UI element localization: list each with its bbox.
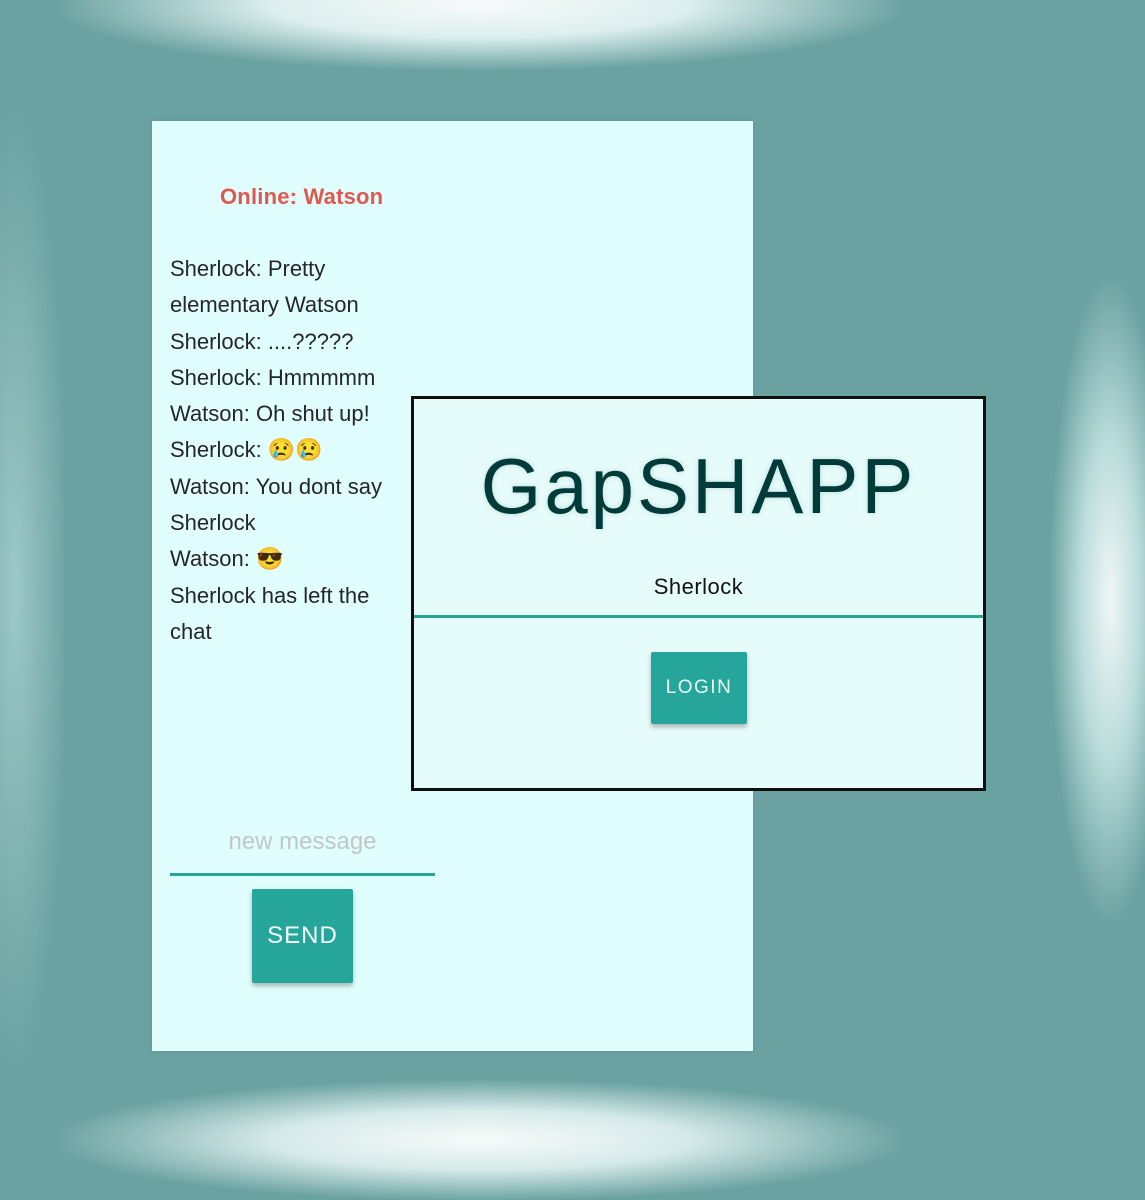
login-button[interactable]: LOGIN — [651, 652, 747, 724]
message-input[interactable] — [170, 811, 435, 873]
username-input[interactable] — [414, 559, 983, 615]
send-button[interactable]: SEND — [252, 889, 353, 983]
message-field — [170, 811, 435, 876]
chat-message: Sherlock: Pretty elementary Watson — [170, 256, 359, 318]
background-glow-right — [1050, 280, 1145, 920]
background-glow-top — [60, 0, 900, 70]
login-screen: GapSHAPP LOGIN — [411, 396, 986, 791]
chat-message: Sherlock: Hmmmmm — [170, 364, 376, 390]
online-status: Online: Watson — [220, 184, 384, 209]
username-field — [414, 559, 983, 618]
background-glow-bottom — [60, 1080, 900, 1200]
app-title: GapSHAPP — [480, 442, 917, 530]
chat-message: Sherlock has left the chat — [170, 582, 370, 644]
chat-message: Watson: Oh shut up! — [170, 401, 370, 427]
message-list: Sherlock: Pretty elementary Watson Sherl… — [170, 251, 415, 650]
chat-message: Watson: You dont say Sherlock — [170, 473, 382, 536]
background-glow-left — [0, 100, 70, 1080]
chat-message: Watson: 😎 — [170, 546, 284, 572]
chat-message: Sherlock: 😢😢 — [170, 437, 323, 463]
chat-message: Sherlock: ....????? — [170, 328, 354, 354]
